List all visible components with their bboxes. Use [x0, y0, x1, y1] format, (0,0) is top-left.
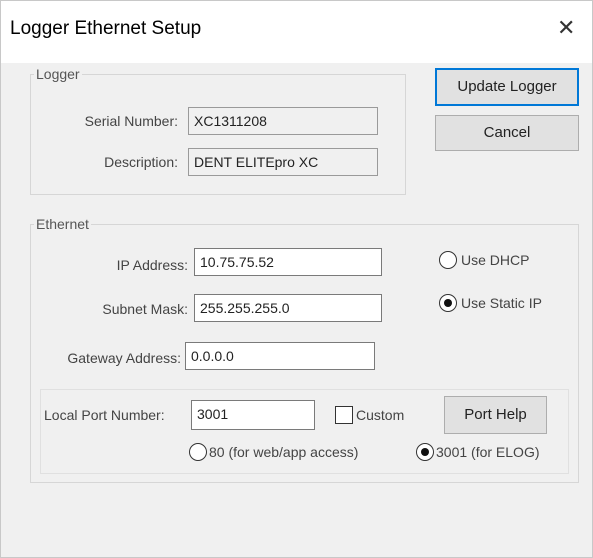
gateway-address-input[interactable]: 0.0.0.0 [185, 342, 375, 370]
serial-number-label: Serial Number: [84, 113, 178, 129]
port-help-button[interactable]: Port Help [444, 396, 547, 434]
description-label: Description: [104, 154, 178, 170]
gateway-address-label: Gateway Address: [67, 350, 181, 366]
ip-address-input[interactable]: 10.75.75.52 [194, 248, 382, 276]
title-bar: Logger Ethernet Setup ✕ [1, 1, 592, 63]
ethernet-group-label: Ethernet [34, 216, 91, 232]
port-80-radio[interactable] [189, 443, 207, 461]
port-3001-label[interactable]: 3001 (for ELOG) [436, 444, 540, 460]
cancel-button[interactable]: Cancel [435, 115, 579, 151]
port-80-label[interactable]: 80 (for web/app access) [209, 444, 358, 460]
ip-address-label: IP Address: [116, 257, 188, 273]
dialog-title: Logger Ethernet Setup [10, 18, 202, 39]
use-dhcp-label[interactable]: Use DHCP [461, 252, 529, 268]
description-field: DENT ELITEpro XC [188, 148, 378, 176]
port-3001-radio[interactable] [416, 443, 434, 461]
local-port-label: Local Port Number: [44, 407, 165, 423]
logger-group-label: Logger [34, 66, 82, 82]
update-logger-button[interactable]: Update Logger [435, 68, 579, 106]
subnet-mask-label: Subnet Mask: [102, 301, 188, 317]
local-port-input[interactable]: 3001 [191, 400, 315, 430]
close-icon[interactable]: ✕ [557, 15, 575, 41]
custom-label[interactable]: Custom [356, 407, 404, 423]
subnet-mask-input[interactable]: 255.255.255.0 [194, 294, 382, 322]
use-static-ip-radio[interactable] [439, 294, 457, 312]
custom-checkbox[interactable] [335, 406, 353, 424]
use-dhcp-radio[interactable] [439, 251, 457, 269]
serial-number-field: XC1311208 [188, 107, 378, 135]
use-static-ip-label[interactable]: Use Static IP [461, 295, 542, 311]
logger-ethernet-setup-dialog: Logger Ethernet Setup ✕ Logger Serial Nu… [0, 0, 593, 558]
